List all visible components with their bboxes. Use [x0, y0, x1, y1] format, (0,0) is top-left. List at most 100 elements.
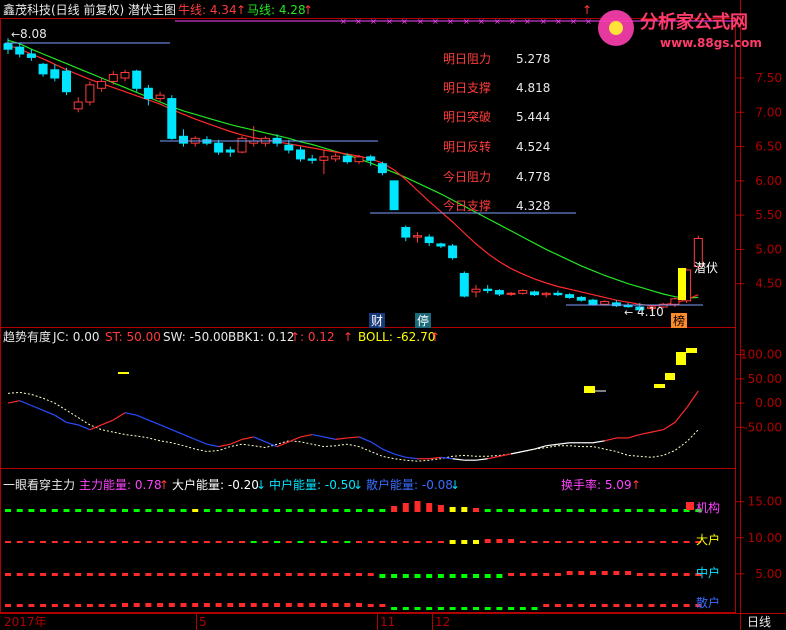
main-panel-frame [0, 18, 736, 328]
energy-bar [496, 509, 503, 512]
energy-bar [636, 604, 643, 607]
energy-bar [484, 509, 491, 512]
energy-bar [683, 541, 690, 543]
energy-bar [215, 603, 222, 607]
candle-body [576, 296, 586, 301]
energy-bar [613, 604, 620, 607]
energy-bar [122, 509, 128, 512]
energy-bar [320, 541, 327, 543]
energy-bar [402, 607, 409, 610]
candle-body [73, 101, 83, 110]
energy-bar [262, 509, 269, 512]
y-tick-label: 50.00 [748, 372, 782, 386]
candle-body [3, 43, 13, 50]
energy-bar [461, 607, 468, 610]
period-label[interactable]: 日线 [747, 615, 771, 629]
candle-body [15, 46, 25, 55]
energy-bar [578, 509, 585, 512]
mid-trend-segment [429, 456, 441, 460]
candles [3, 38, 703, 312]
energy-bar [180, 541, 187, 543]
bot-dahu-arrow-icon: ↓ [256, 478, 266, 492]
y-tick-label: 7.00 [755, 105, 782, 119]
energy-bar [543, 573, 550, 576]
energy-bar [16, 541, 23, 543]
energy-bar [157, 603, 164, 607]
energy-bar [414, 607, 421, 610]
energy-bar [75, 509, 82, 512]
energy-bar [648, 573, 655, 576]
mid-trend-segment [499, 453, 512, 457]
energy-bar [683, 604, 690, 607]
energy-bar [297, 541, 304, 543]
energy-bar [367, 604, 374, 607]
energy-bar [133, 603, 140, 607]
candle-body [366, 156, 376, 161]
energy-bar [636, 573, 643, 576]
energy-bar [391, 541, 398, 543]
energy-bar [461, 540, 468, 544]
energy-bar [554, 509, 561, 512]
energy-bar [496, 539, 503, 543]
candle-body [588, 299, 598, 305]
mid-trend-segment [382, 448, 395, 455]
energy-bar [601, 571, 608, 575]
energy-bar [309, 541, 316, 543]
energy-bar [367, 509, 374, 512]
candle-body [38, 63, 48, 75]
level-value: 5.278 [516, 52, 550, 66]
mid-trend-segment [206, 443, 219, 448]
mid-trend-segment [405, 456, 418, 460]
energy-bar [110, 604, 117, 607]
level-value: 5.444 [516, 110, 550, 124]
energy-bar [461, 574, 468, 578]
mid-trend-segment [171, 429, 184, 436]
low-price-marker: 4.10 [637, 305, 664, 319]
energy-bar [367, 541, 374, 543]
energy-bar [145, 573, 152, 576]
energy-bar [320, 509, 327, 512]
energy-bar [250, 509, 257, 512]
energy-bar [391, 506, 398, 512]
axis-label-12: 12 [435, 615, 450, 629]
bot-grid: 15.00 10.00 5.00 [736, 495, 782, 581]
energy-bar [519, 573, 526, 576]
energy-bar [16, 604, 23, 607]
energy-bar [203, 509, 210, 512]
mid-trend-segment [159, 424, 173, 431]
energy-bar [332, 541, 339, 543]
energy-bar [98, 573, 105, 576]
x-mark-icon: × [524, 17, 531, 26]
bot-zhuli-arrow-icon: ↑ [159, 478, 169, 492]
energy-bar [285, 573, 292, 576]
mid-trend-segment [31, 404, 44, 411]
energy-bar [484, 607, 491, 610]
energy-bar [86, 604, 93, 607]
energy-bar [660, 573, 667, 576]
energy-bar [332, 573, 339, 576]
mid-dotted-line [7, 391, 699, 462]
energy-bar [75, 541, 82, 543]
mid-trend-segment [335, 437, 348, 440]
tag-dahu: 大户 [696, 532, 720, 547]
y-tick-label: 7.50 [755, 71, 782, 85]
bull-arrow-icon: ↑ [236, 3, 246, 17]
level-label: 明日突破 [443, 109, 491, 124]
energy-bar [192, 509, 199, 512]
mid-012-arrow-icon: ↑ [343, 330, 353, 344]
energy-bar [531, 573, 538, 576]
energy-bar [285, 509, 292, 512]
energy-bar [461, 507, 468, 512]
energy-bar [391, 607, 398, 610]
mid-yellow-block [654, 384, 665, 388]
energy-bar [519, 607, 526, 610]
energy-bar [250, 603, 257, 607]
energy-bar [110, 509, 117, 512]
energy-bar [344, 541, 351, 543]
candle-body [518, 290, 528, 294]
energy-bar [5, 573, 11, 576]
energy-bar [426, 503, 433, 512]
energy-bar [625, 604, 632, 607]
mid-yellow-block [584, 386, 595, 393]
energy-bar [356, 573, 362, 576]
